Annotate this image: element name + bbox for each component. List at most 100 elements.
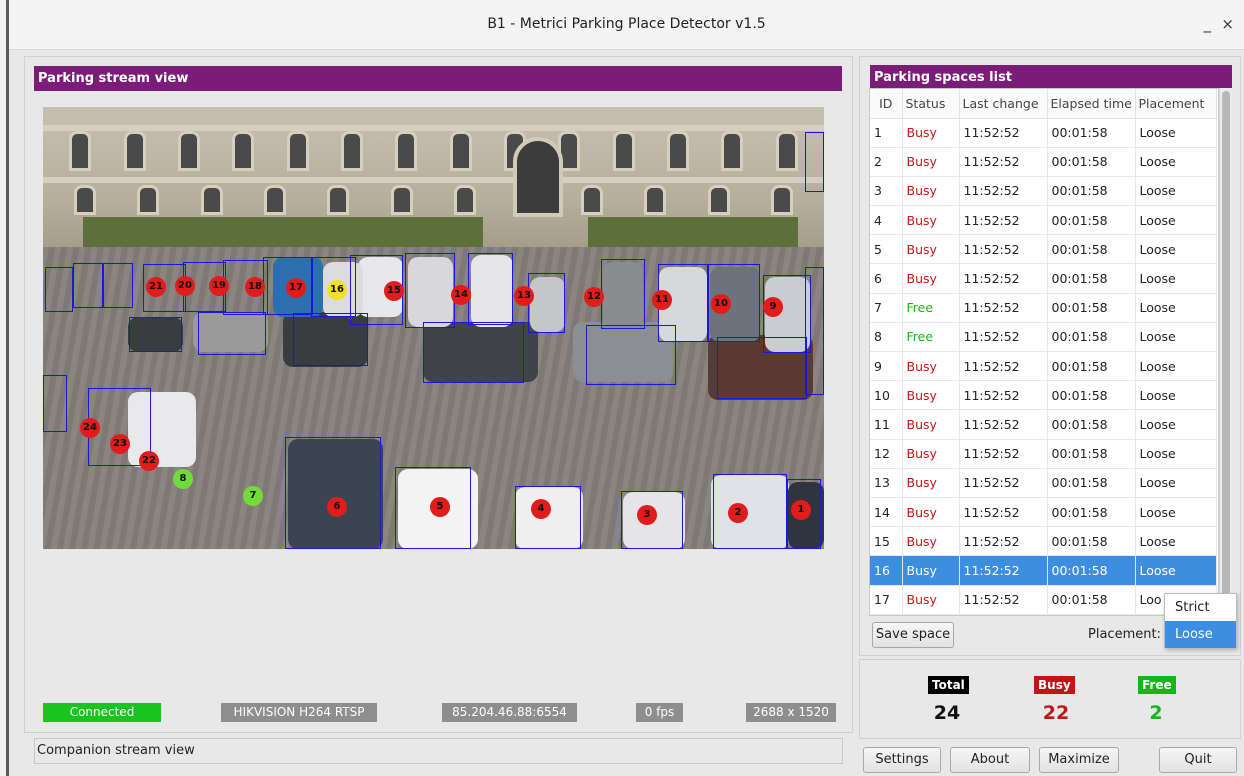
cell-last-change: 11:52:52 (959, 118, 1048, 148)
cell-last-change: 11:52:52 (959, 234, 1048, 265)
placement-option-loose[interactable]: Loose (1165, 621, 1236, 648)
space-marker[interactable]: 12 (584, 287, 604, 307)
space-marker[interactable]: 7 (243, 486, 263, 506)
cell-id: 16 (870, 555, 903, 586)
cell-status: Busy (902, 351, 960, 382)
cell-placement: Loose (1135, 555, 1217, 586)
close-button[interactable]: × (1221, 15, 1234, 33)
stream-header: Parking stream view (34, 66, 842, 91)
companion-stream-view[interactable]: Companion stream view (34, 738, 843, 764)
cell-last-change: 11:52:52 (959, 555, 1048, 586)
column-header-placement[interactable]: Placement (1135, 89, 1217, 119)
cell-last-change: 11:52:52 (959, 439, 1048, 469)
table-row[interactable]: 4 Busy 11:52:52 00:01:58 Loose (870, 205, 1217, 236)
space-marker[interactable]: 19 (209, 276, 229, 296)
table-row[interactable]: 8 Free 11:52:52 00:01:58 Loose (870, 322, 1217, 353)
column-header-id[interactable]: ID (870, 89, 903, 119)
settings-button[interactable]: Settings (863, 747, 941, 773)
minimize-button[interactable]: _ (1204, 15, 1212, 33)
window-title: B1 - Metrici Parking Place Detector v1.5 (487, 16, 766, 32)
table-row[interactable]: 1 Busy 11:52:52 00:01:58 Loose (870, 118, 1217, 148)
quit-button[interactable]: Quit (1159, 747, 1237, 773)
space-marker[interactable]: 2 (728, 503, 748, 523)
cell-id: 15 (870, 526, 903, 557)
space-marker[interactable]: 16 (327, 280, 347, 300)
spaces-table: ID Status Last change Elapsed time Place… (869, 88, 1219, 616)
space-marker[interactable]: 3 (637, 505, 657, 525)
space-marker[interactable]: 13 (514, 286, 534, 306)
space-marker[interactable]: 20 (175, 276, 195, 296)
space-marker[interactable]: 11 (652, 290, 672, 310)
cell-elapsed: 00:01:58 (1047, 147, 1136, 177)
about-button[interactable]: About (950, 747, 1030, 773)
table-row[interactable]: 12 Busy 11:52:52 00:01:58 Loose (870, 439, 1217, 469)
table-row[interactable]: 6 Busy 11:52:52 00:01:58 Loose (870, 263, 1217, 294)
table-row[interactable]: 11 Busy 11:52:52 00:01:58 Loose (870, 409, 1217, 440)
space-marker[interactable]: 21 (146, 277, 166, 297)
table-row[interactable]: 16 Busy 11:52:52 00:01:58 Loose (870, 555, 1217, 586)
space-marker[interactable]: 8 (173, 469, 193, 489)
window-edge (0, 0, 9, 776)
cell-placement: Loose (1135, 234, 1217, 265)
table-row[interactable]: 10 Busy 11:52:52 00:01:58 Loose (870, 380, 1217, 411)
space-marker[interactable]: 6 (327, 497, 347, 517)
placement-dropdown-menu: Strict Loose (1164, 593, 1237, 648)
scrollbar-thumb[interactable] (1222, 91, 1230, 606)
cell-last-change: 11:52:52 (959, 585, 1048, 615)
cell-id: 12 (870, 439, 903, 469)
table-row[interactable]: 15 Busy 11:52:52 00:01:58 Loose (870, 526, 1217, 557)
cell-status: Free (902, 322, 960, 353)
column-header-status[interactable]: Status (902, 89, 960, 119)
space-marker[interactable]: 9 (763, 297, 783, 317)
cell-elapsed: 00:01:58 (1047, 322, 1136, 353)
space-marker[interactable]: 18 (245, 277, 265, 297)
cell-id: 4 (870, 205, 903, 236)
free-badge: Free (1138, 676, 1176, 694)
cell-status: Busy (902, 380, 960, 411)
space-marker[interactable]: 4 (531, 499, 551, 519)
space-marker[interactable]: 24 (80, 418, 100, 438)
cell-elapsed: 00:01:58 (1047, 439, 1136, 469)
cell-last-change: 11:52:52 (959, 380, 1048, 411)
spaces-header: Parking spaces list (870, 65, 1232, 90)
table-row[interactable]: 14 Busy 11:52:52 00:01:58 Loose (870, 497, 1217, 528)
maximize-button[interactable]: Maximize (1039, 747, 1119, 773)
cell-elapsed: 00:01:58 (1047, 118, 1136, 148)
cell-elapsed: 00:01:58 (1047, 380, 1136, 411)
cell-placement: Loose (1135, 409, 1217, 440)
cell-id: 1 (870, 118, 903, 148)
cell-placement: Loose (1135, 176, 1217, 207)
placement-option-strict[interactable]: Strict (1165, 594, 1236, 621)
space-marker[interactable]: 1 (791, 500, 811, 520)
total-badge: Total (928, 676, 969, 694)
space-marker[interactable]: 14 (451, 285, 471, 305)
cell-elapsed: 00:01:58 (1047, 234, 1136, 265)
cell-last-change: 11:52:52 (959, 176, 1048, 207)
table-row[interactable]: 5 Busy 11:52:52 00:01:58 Loose (870, 234, 1217, 265)
cell-status: Busy (902, 176, 960, 207)
space-marker[interactable]: 17 (286, 278, 306, 298)
titlebar: B1 - Metrici Parking Place Detector v1.5… (9, 0, 1244, 50)
cell-last-change: 11:52:52 (959, 205, 1048, 236)
table-scrollbar[interactable] (1219, 88, 1232, 616)
busy-badge: Busy (1034, 676, 1075, 694)
table-row[interactable]: 9 Busy 11:52:52 00:01:58 Loose (870, 351, 1217, 382)
table-row[interactable]: 3 Busy 11:52:52 00:01:58 Loose (870, 176, 1217, 207)
cell-placement: Loose (1135, 380, 1217, 411)
save-space-button[interactable]: Save space (872, 622, 954, 648)
column-header-last-change[interactable]: Last change (959, 89, 1048, 119)
cell-elapsed: 00:01:58 (1047, 176, 1136, 207)
cell-id: 8 (870, 322, 903, 353)
space-marker[interactable]: 23 (110, 434, 130, 454)
space-marker[interactable]: 22 (139, 451, 159, 471)
column-header-elapsed[interactable]: Elapsed time (1047, 89, 1136, 119)
space-marker[interactable]: 5 (430, 497, 450, 517)
table-row[interactable]: 7 Free 11:52:52 00:01:58 Loose (870, 293, 1217, 323)
cell-placement: Loose (1135, 263, 1217, 294)
cell-last-change: 11:52:52 (959, 526, 1048, 557)
space-marker[interactable]: 15 (384, 281, 404, 301)
table-row[interactable]: 2 Busy 11:52:52 00:01:58 Loose (870, 147, 1217, 177)
space-marker[interactable]: 10 (711, 294, 731, 314)
table-row[interactable]: 13 Busy 11:52:52 00:01:58 Loose (870, 468, 1217, 498)
placement-label: Placement: (1088, 627, 1161, 642)
